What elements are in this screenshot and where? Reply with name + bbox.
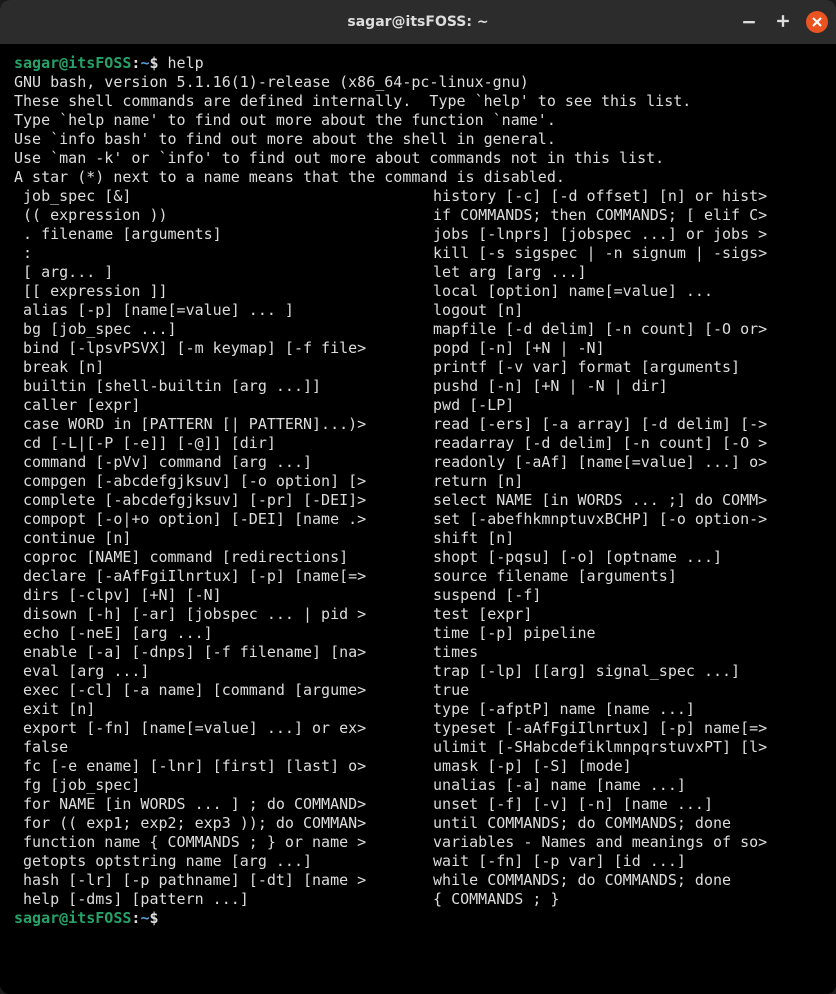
help-entry: exit [n] <box>14 700 424 719</box>
help-entry: enable [-a] [-dnps] [-f filename] [na> <box>14 643 424 662</box>
help-entry: echo [-neE] [arg ...] <box>14 624 424 643</box>
help-entry: for (( exp1; exp2; exp3 )); do COMMAN> <box>14 814 424 833</box>
help-entry: readarray [-d delim] [-n count] [-O > <box>424 434 822 453</box>
output-line: A star (*) next to a name means that the… <box>14 168 822 187</box>
help-entry: pwd [-LP] <box>424 396 822 415</box>
help-entry: hash [-lr] [-p pathname] [-dt] [name > <box>14 871 424 890</box>
help-entry: popd [-n] [+N | -N] <box>424 339 822 358</box>
close-icon <box>811 13 823 32</box>
help-entry: (( expression )) <box>14 206 424 225</box>
help-entry: : <box>14 244 424 263</box>
help-entry: compgen [-abcdefgjksuv] [-o option] [> <box>14 472 424 491</box>
help-entry: variables - Names and meanings of so> <box>424 833 822 852</box>
help-entry: fg [job_spec] <box>14 776 424 795</box>
window-controls <box>738 11 828 33</box>
help-entry: compopt [-o|+o option] [-DEI] [name .> <box>14 510 424 529</box>
help-entry: time [-p] pipeline <box>424 624 822 643</box>
help-entry: alias [-p] [name[=value] ... ] <box>14 301 424 320</box>
help-entry: suspend [-f] <box>424 586 822 605</box>
help-entry: bg [job_spec ...] <box>14 320 424 339</box>
help-entry: kill [-s sigspec | -n signum | -sigs> <box>424 244 822 263</box>
help-entry: break [n] <box>14 358 424 377</box>
help-entry: history [-c] [-d offset] [n] or hist> <box>424 187 822 206</box>
help-entry: unset [-f] [-v] [-n] [name ...] <box>424 795 822 814</box>
minimize-icon <box>742 13 756 32</box>
help-entry: bind [-lpsvPSVX] [-m keymap] [-f file> <box>14 339 424 358</box>
help-entry: type [-afptP] name [name ...] <box>424 700 822 719</box>
output-line: Use `info bash' to find out more about t… <box>14 130 822 149</box>
help-entry: true <box>424 681 822 700</box>
help-entry: caller [expr] <box>14 396 424 415</box>
help-entry: pushd [-n] [+N | -N | dir] <box>424 377 822 396</box>
help-entry: { COMMANDS ; } <box>424 890 822 909</box>
plus-icon <box>776 13 790 32</box>
prompt-line: sagar@itsFOSS:~$ help <box>14 54 822 73</box>
help-entry: logout [n] <box>424 301 822 320</box>
output-line: These shell commands are defined interna… <box>14 92 822 111</box>
help-entry: false <box>14 738 424 757</box>
help-entry: select NAME [in WORDS ... ;] do COMM> <box>424 491 822 510</box>
help-entry: let arg [arg ...] <box>424 263 822 282</box>
terminal-window: sagar@itsFOSS: ~ <box>0 0 836 994</box>
help-entry: [ arg... ] <box>14 263 424 282</box>
help-entry: trap [-lp] [[arg] signal_spec ...] <box>424 662 822 681</box>
help-entry: ulimit [-SHabcdefiklmnpqrstuvxPT] [l> <box>424 738 822 757</box>
maximize-button[interactable] <box>772 11 794 33</box>
help-entry: while COMMANDS; do COMMANDS; done <box>424 871 822 890</box>
help-entry: shopt [-pqsu] [-o] [optname ...] <box>424 548 822 567</box>
help-entry: umask [-p] [-S] [mode] <box>424 757 822 776</box>
help-entry: local [option] name[=value] ... <box>424 282 822 301</box>
help-entry: return [n] <box>424 472 822 491</box>
help-entry: case WORD in [PATTERN [| PATTERN]...)> <box>14 415 424 434</box>
help-entry: typeset [-aAfFgiIlnrtux] [-p] name[=> <box>424 719 822 738</box>
window-title: sagar@itsFOSS: ~ <box>347 14 488 30</box>
help-entry: until COMMANDS; do COMMANDS; done <box>424 814 822 833</box>
help-entry: dirs [-clpv] [+N] [-N] <box>14 586 424 605</box>
help-entry: help [-dms] [pattern ...] <box>14 890 424 909</box>
command-text: help <box>168 54 204 72</box>
help-entry: read [-ers] [-a array] [-d delim] [-> <box>424 415 822 434</box>
help-entry: fc [-e ename] [-lnr] [first] [last] o> <box>14 757 424 776</box>
help-entry: continue [n] <box>14 529 424 548</box>
help-entry: coproc [NAME] command [redirections] <box>14 548 424 567</box>
help-entry: wait [-fn] [-p var] [id ...] <box>424 852 822 871</box>
titlebar: sagar@itsFOSS: ~ <box>0 0 836 44</box>
output-line: Type `help name' to find out more about … <box>14 111 822 130</box>
output-line: GNU bash, version 5.1.16(1)-release (x86… <box>14 73 822 92</box>
help-entry: command [-pVv] command [arg ...] <box>14 453 424 472</box>
prompt-line: sagar@itsFOSS:~$ <box>14 909 822 928</box>
help-entry: eval [arg ...] <box>14 662 424 681</box>
help-entry: source filename [arguments] <box>424 567 822 586</box>
output-line: Use `man -k' or `info' to find out more … <box>14 149 822 168</box>
help-entry: job_spec [&] <box>14 187 424 206</box>
help-entry: complete [-abcdefgjksuv] [-pr] [-DEI]> <box>14 491 424 510</box>
help-entry: export [-fn] [name[=value] ...] or ex> <box>14 719 424 738</box>
help-column-left: job_spec [&] (( expression )) . filename… <box>14 187 424 909</box>
help-entry: cd [-L|[-P [-e]] [-@]] [dir] <box>14 434 424 453</box>
help-entry: times <box>424 643 822 662</box>
help-entry: getopts optstring name [arg ...] <box>14 852 424 871</box>
help-entry: test [expr] <box>424 605 822 624</box>
help-entry: function name { COMMANDS ; } or name > <box>14 833 424 852</box>
help-columns: job_spec [&] (( expression )) . filename… <box>14 187 822 909</box>
help-entry: for NAME [in WORDS ... ] ; do COMMAND> <box>14 795 424 814</box>
terminal-output[interactable]: sagar@itsFOSS:~$ helpGNU bash, version 5… <box>0 44 836 994</box>
help-entry: mapfile [-d delim] [-n count] [-O or> <box>424 320 822 339</box>
minimize-button[interactable] <box>738 11 760 33</box>
help-column-right: history [-c] [-d offset] [n] or hist> if… <box>424 187 822 909</box>
help-entry: builtin [shell-builtin [arg ...]] <box>14 377 424 396</box>
help-entry: unalias [-a] name [name ...] <box>424 776 822 795</box>
help-entry: disown [-h] [-ar] [jobspec ... | pid > <box>14 605 424 624</box>
help-entry: readonly [-aAf] [name[=value] ...] o> <box>424 453 822 472</box>
help-entry: . filename [arguments] <box>14 225 424 244</box>
help-entry: exec [-cl] [-a name] [command [argume> <box>14 681 424 700</box>
help-entry: jobs [-lnprs] [jobspec ...] or jobs > <box>424 225 822 244</box>
help-entry: declare [-aAfFgiIlnrtux] [-p] [name[=> <box>14 567 424 586</box>
close-button[interactable] <box>806 11 828 33</box>
help-entry: set [-abefhkmnptuvxBCHP] [-o option-> <box>424 510 822 529</box>
help-entry: printf [-v var] format [arguments] <box>424 358 822 377</box>
help-entry: shift [n] <box>424 529 822 548</box>
help-entry: [[ expression ]] <box>14 282 424 301</box>
help-entry: if COMMANDS; then COMMANDS; [ elif C> <box>424 206 822 225</box>
